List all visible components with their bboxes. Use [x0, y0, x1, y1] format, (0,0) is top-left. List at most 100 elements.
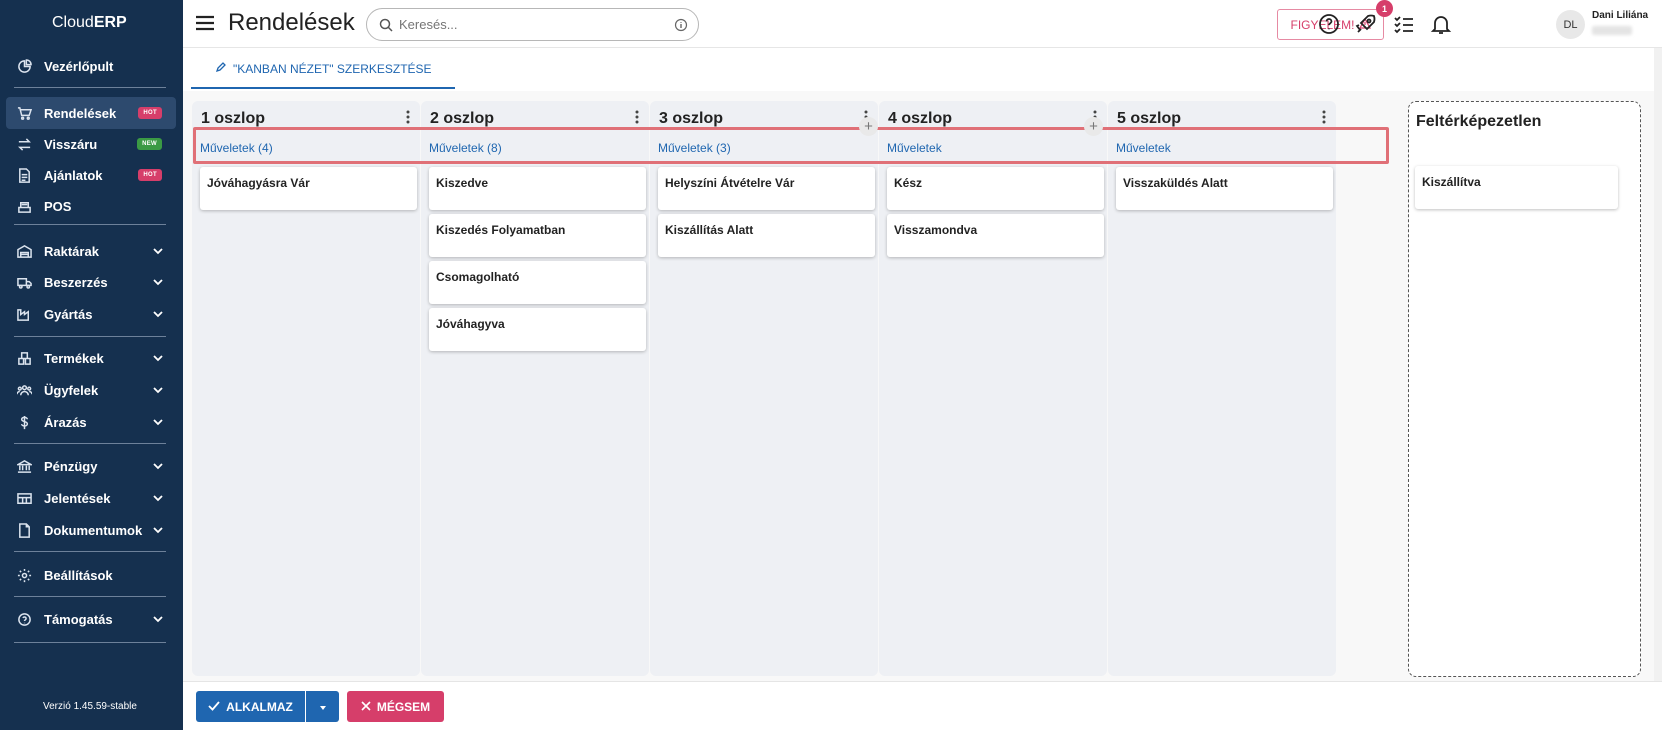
sidebar-item-rendelesek[interactable]: Rendelések HOT	[6, 97, 176, 129]
sidebar-item-label: Beszerzés	[44, 274, 108, 290]
sidebar-divider	[14, 224, 166, 225]
table-icon	[16, 490, 32, 506]
more-options-icon[interactable]	[1322, 110, 1326, 124]
sidebar-item-beszerzes[interactable]: Beszerzés	[6, 266, 176, 298]
sidebar-item-label: Ajánlatok	[44, 167, 103, 183]
sidebar-item-dokumentumok[interactable]: Dokumentumok	[6, 514, 176, 546]
kanban-card[interactable]: Kiszállítás Alatt	[658, 214, 875, 257]
sidebar-item-pos[interactable]: POS	[6, 190, 176, 222]
kanban-card[interactable]: Visszaküldés Alatt	[1116, 167, 1333, 210]
kanban-card[interactable]: Kész	[887, 167, 1104, 210]
search-box[interactable]	[366, 8, 699, 41]
kanban-column: 2 oszlop Műveletek (8) Kiszedve Kiszedés Fo…	[421, 101, 649, 676]
user-name[interactable]: Dani Liliána	[1592, 10, 1648, 21]
chevron-down-icon[interactable]	[152, 352, 164, 364]
help-icon	[16, 611, 32, 627]
file-icon	[16, 522, 32, 538]
column-title: 4 oszlop	[888, 110, 953, 127]
kanban-card[interactable]: Visszamondva	[887, 214, 1104, 257]
chevron-down-icon[interactable]	[152, 276, 164, 288]
sidebar-item-visszaru[interactable]: Visszáru NEW	[6, 128, 176, 160]
chevron-down-icon[interactable]	[152, 460, 164, 472]
sidebar-item-label: Raktárak	[44, 243, 99, 259]
sidebar-item-label: Gyártás	[44, 306, 93, 322]
sidebar-item-label: Termékek	[44, 350, 104, 366]
chevron-down-icon[interactable]	[152, 524, 164, 536]
cart-icon	[16, 105, 32, 121]
status-badge: HOT	[138, 169, 162, 181]
chevron-down-icon[interactable]	[152, 308, 164, 320]
scrollbar[interactable]	[1654, 48, 1662, 681]
sidebar-item-tamogatas[interactable]: Támogatás	[6, 603, 176, 635]
apply-button[interactable]: ALKALMAZ	[196, 691, 305, 722]
status-badge: NEW	[137, 138, 162, 150]
check-icon	[208, 700, 220, 714]
footer-actions: ALKALMAZ MÉGSEM	[183, 681, 1662, 730]
sidebar-item-label: Beállítások	[44, 567, 113, 583]
sidebar-item-vezerlopult[interactable]: Vezérlőpult	[6, 50, 176, 82]
app-logo[interactable]: CloudERP	[52, 14, 127, 32]
kanban-column: 3 oszlop Műveletek (3) Helyszíni Átvételre…	[650, 101, 878, 676]
tab-bar: "KANBAN NÉZET" SZERKESZTÉSE	[183, 48, 1662, 91]
apply-dropdown-button[interactable]	[306, 691, 339, 722]
kanban-card[interactable]: Kiszedve	[429, 167, 646, 210]
register-icon	[16, 198, 32, 214]
kanban-card[interactable]: Csomagolható	[429, 261, 646, 304]
user-role-blurred	[1592, 26, 1632, 35]
dashboard-icon	[16, 58, 32, 74]
chevron-down-icon[interactable]	[152, 613, 164, 625]
sidebar-item-jelentesek[interactable]: Jelentések	[6, 482, 176, 514]
sidebar-item-ajanlatok[interactable]: Ajánlatok HOT	[6, 159, 176, 191]
help-icon[interactable]	[1317, 12, 1341, 36]
menu-icon[interactable]	[195, 14, 215, 32]
tab-kanban-edit[interactable]: "KANBAN NÉZET" SZERKESZTÉSE	[191, 48, 455, 89]
more-options-icon[interactable]	[635, 110, 639, 124]
checklist-icon[interactable]	[1392, 12, 1416, 36]
sidebar-item-termekek[interactable]: Termékek	[6, 342, 176, 374]
add-column-button[interactable]: +	[1084, 117, 1103, 136]
kanban-card[interactable]: Kiszedés Folyamatban	[429, 214, 646, 257]
chevron-down-icon[interactable]	[152, 245, 164, 257]
top-header: Rendelések FIGYELEM! 1 DL Dani Liliána	[183, 0, 1662, 48]
apply-label: ALKALMAZ	[226, 699, 293, 714]
kanban-column: 5 oszlop Műveletek Visszaküldés Alatt	[1108, 101, 1336, 676]
add-column-button[interactable]: +	[859, 117, 878, 136]
cancel-label: MÉGSEM	[376, 699, 431, 714]
sidebar-item-label: Támogatás	[44, 611, 113, 627]
sidebar-item-label: Rendelések	[44, 105, 117, 121]
chevron-down-icon[interactable]	[152, 384, 164, 396]
sidebar-item-gyartas[interactable]: Gyártás	[6, 298, 176, 330]
sidebar-item-label: Ügyfelek	[44, 382, 99, 398]
gear-icon	[16, 567, 32, 583]
chevron-down-icon[interactable]	[152, 416, 164, 428]
status-badge: HOT	[138, 107, 162, 119]
sidebar-item-raktarak[interactable]: Raktárak	[6, 235, 176, 267]
app-root: CloudERP Vezérlőpult Rendelések HOT Visszár…	[0, 0, 1662, 730]
rocket-icon[interactable]	[1354, 12, 1378, 36]
factory-icon	[16, 306, 32, 322]
kanban-card[interactable]: Helyszíni Átvételre Vár	[658, 167, 875, 210]
chevron-down-icon[interactable]	[152, 492, 164, 504]
sidebar-divider	[14, 443, 166, 444]
sidebar-item-penzugy[interactable]: Pénzügy	[6, 450, 176, 482]
more-options-icon[interactable]	[406, 110, 410, 124]
kanban-card[interactable]: Kiszállítva	[1415, 166, 1618, 209]
info-icon[interactable]	[674, 18, 688, 32]
column-title: 2 oszlop	[430, 110, 495, 127]
search-input[interactable]	[399, 17, 659, 32]
sidebar-item-label: Pénzügy	[44, 458, 98, 474]
avatar[interactable]: DL	[1556, 10, 1585, 39]
kanban-column: 4 oszlop Műveletek Kész Visszamondva	[879, 101, 1107, 676]
kanban-card[interactable]: Jóváhagyásra Vár	[200, 167, 417, 210]
sidebar-item-ugyfelek[interactable]: Ügyfelek	[6, 374, 176, 406]
sidebar-item-arazas[interactable]: Árazás	[6, 406, 176, 438]
sidebar-divider	[14, 596, 166, 597]
pencil-icon	[215, 61, 227, 76]
sidebar-divider	[14, 87, 166, 88]
products-icon	[16, 350, 32, 366]
kanban-card[interactable]: Jóváhagyva	[429, 308, 646, 351]
bell-icon[interactable]	[1429, 12, 1453, 36]
sidebar-item-label: POS	[44, 198, 72, 214]
sidebar-item-beallitasok[interactable]: Beállítások	[6, 559, 176, 591]
cancel-button[interactable]: MÉGSEM	[347, 691, 444, 722]
